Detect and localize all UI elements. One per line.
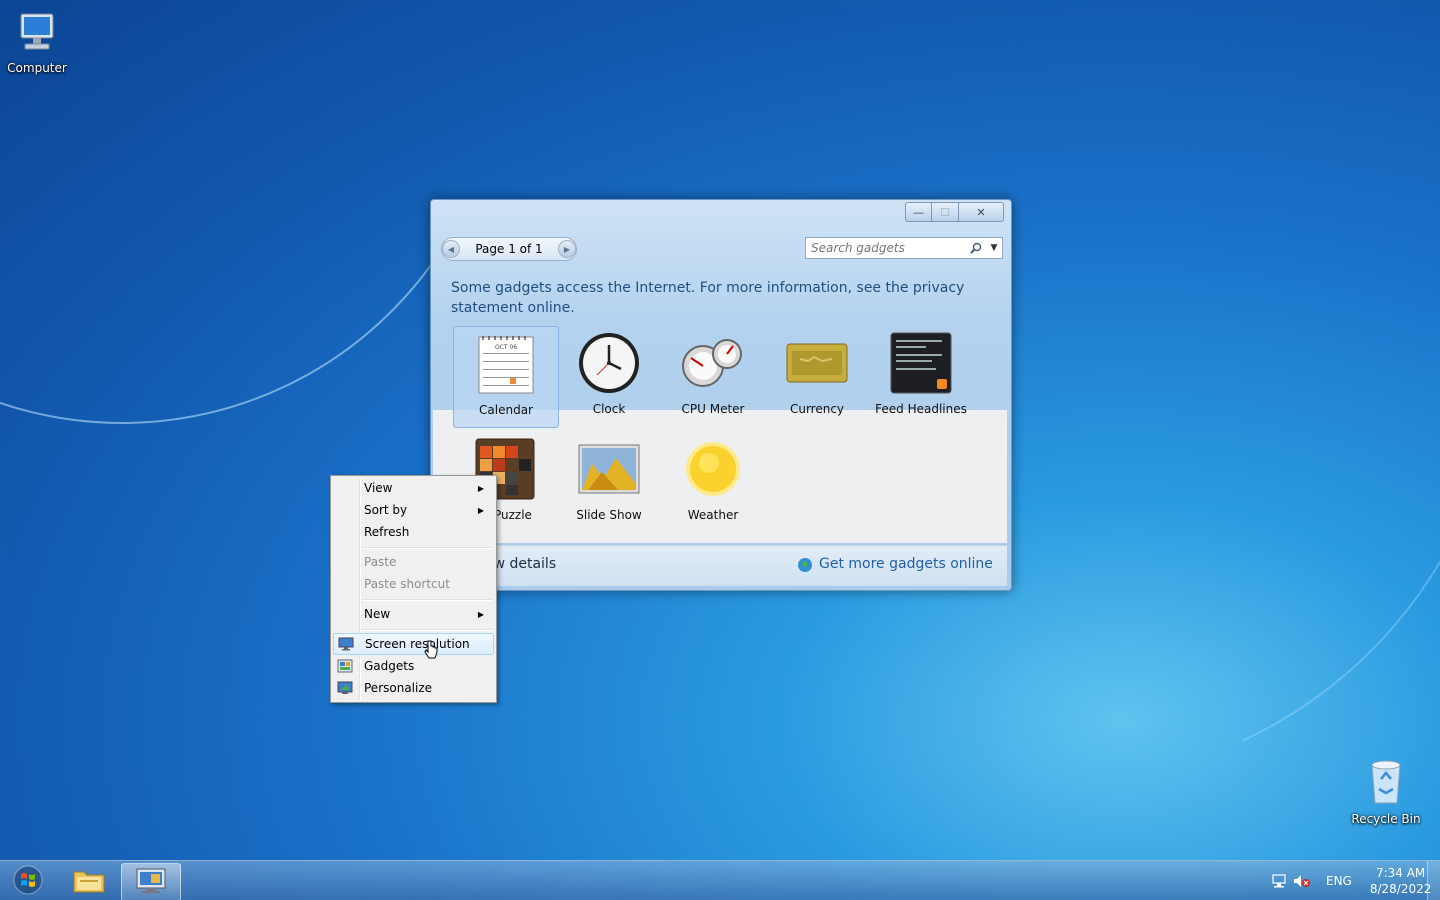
show-desktop-button[interactable]	[1427, 861, 1440, 900]
menu-label: Personalize	[364, 681, 433, 695]
gadget-weather[interactable]: Weather	[661, 432, 765, 522]
search-input[interactable]	[806, 240, 966, 256]
minimize-icon: —	[913, 205, 924, 219]
minimize-button[interactable]: —	[905, 202, 932, 222]
clock-time: 7:34 AM	[1375, 866, 1426, 880]
network-icon[interactable]	[1268, 874, 1290, 888]
language-indicator[interactable]: ENG	[1326, 874, 1352, 888]
menu-item-personalize[interactable]: Personalize	[333, 678, 492, 698]
page-navigator: ◀ Page 1 of 1 ▶	[441, 237, 577, 261]
svg-text:OCT 06: OCT 06	[495, 344, 517, 351]
start-button[interactable]	[6, 863, 50, 899]
windows-logo-icon	[13, 865, 43, 898]
next-page-button[interactable]: ▶	[558, 240, 576, 258]
weather-sun-icon	[680, 436, 746, 502]
search-dropdown-icon[interactable]: ▼	[986, 243, 1002, 253]
gadget-label: Weather	[687, 508, 739, 522]
privacy-info-text[interactable]: Some gadgets access the Internet. For mo…	[451, 278, 971, 318]
computer-label: Computer	[7, 61, 67, 75]
recycle-bin-label: Recycle Bin	[1351, 812, 1421, 826]
taskbar: ENG 7:34 AM 8/28/2022	[0, 860, 1440, 900]
close-icon: ✕	[976, 205, 986, 219]
close-button[interactable]: ✕	[958, 202, 1004, 222]
gadget-label: Currency	[789, 402, 845, 416]
gadget-clock[interactable]: Clock	[557, 326, 661, 416]
computer-icon	[0, 8, 77, 59]
gadget-calendar[interactable]: OCT 06 Calendar	[453, 326, 559, 428]
menu-separator	[362, 599, 492, 601]
cpu-meter-icon	[680, 330, 746, 396]
gadget-label: Slide Show	[576, 508, 642, 522]
taskbar-gadgets-button[interactable]	[121, 863, 181, 900]
menu-label: New	[364, 607, 391, 621]
previous-page-button[interactable]: ◀	[442, 240, 460, 258]
display-icon	[338, 637, 354, 651]
menu-item-paste[interactable]: Paste	[333, 552, 492, 572]
currency-icon	[784, 330, 850, 396]
submenu-arrow-icon: ▶	[477, 609, 484, 619]
menu-separator	[362, 547, 492, 549]
mouse-cursor-icon	[424, 640, 438, 665]
personalize-icon	[337, 681, 353, 695]
gadget-label: Clock	[592, 402, 626, 416]
feed-headlines-icon	[888, 330, 954, 396]
gadgets-app-icon	[135, 867, 167, 898]
menu-item-view[interactable]: View ▶	[333, 478, 492, 498]
folder-icon	[72, 866, 106, 897]
clock-date: 8/28/2022	[1369, 882, 1432, 896]
menu-item-screen-resolution[interactable]: Screen resolution	[333, 633, 494, 655]
menu-label: Refresh	[364, 525, 410, 539]
search-icon[interactable]	[966, 242, 986, 254]
menu-item-sort-by[interactable]: Sort by ▶	[333, 500, 492, 520]
menu-label: Sort by	[364, 503, 408, 517]
get-more-gadgets-link[interactable]: Get more gadgets online	[819, 556, 993, 572]
desktop-context-menu: View ▶ Sort by ▶ Refresh Paste Paste short…	[330, 475, 497, 703]
menu-separator	[362, 629, 492, 631]
menu-label: Gadgets	[364, 659, 415, 673]
calendar-icon: OCT 06	[473, 331, 539, 397]
globe-icon	[797, 557, 813, 576]
submenu-arrow-icon: ▶	[477, 483, 484, 493]
recycle-bin-desktop-icon[interactable]: Recycle Bin	[1346, 755, 1426, 826]
menu-item-new[interactable]: New ▶	[333, 604, 492, 624]
computer-desktop-icon[interactable]: Computer	[0, 8, 77, 75]
submenu-arrow-icon: ▶	[477, 505, 484, 515]
maximize-icon: ☐	[940, 205, 950, 219]
slide-show-icon	[576, 436, 642, 502]
gadget-label: Calendar	[479, 403, 533, 417]
page-label: Page 1 of 1	[475, 242, 543, 256]
recycle-bin-icon	[1346, 755, 1426, 810]
clock[interactable]: 7:34 AM 8/28/2022	[1370, 865, 1432, 897]
gadget-cpu-meter[interactable]: CPU Meter	[661, 326, 765, 416]
taskbar-explorer-button[interactable]	[60, 863, 118, 899]
maximize-button[interactable]: ☐	[931, 202, 959, 222]
notification-area: ENG 7:34 AM 8/28/2022	[1268, 861, 1431, 900]
clock-icon	[576, 330, 642, 396]
volume-muted-icon[interactable]	[1290, 874, 1314, 888]
menu-item-refresh[interactable]: Refresh	[333, 522, 492, 542]
menu-item-gadgets[interactable]: Gadgets	[333, 656, 492, 676]
menu-label: Screen resolution	[365, 637, 470, 651]
gadget-slide-show[interactable]: Slide Show	[557, 432, 661, 522]
gadgets-window: — ☐ ✕ ◀ Page 1 of 1 ▶ ▼ Some gadgets acc…	[430, 199, 1012, 591]
gadgets-footer: ow details Get more gadgets online	[433, 545, 1007, 586]
gadgets-icon	[337, 659, 353, 673]
menu-label: Paste shortcut	[364, 577, 450, 591]
gadget-label: CPU Meter	[681, 402, 745, 416]
menu-item-paste-shortcut[interactable]: Paste shortcut	[333, 574, 492, 594]
menu-label: View	[364, 481, 393, 495]
gadget-feed-headlines[interactable]: Feed Headlines	[869, 326, 973, 416]
gadget-currency[interactable]: Currency	[765, 326, 869, 416]
menu-label: Paste	[364, 555, 397, 569]
gadget-label: Feed Headlines	[875, 402, 967, 416]
search-box: ▼	[805, 237, 1003, 259]
